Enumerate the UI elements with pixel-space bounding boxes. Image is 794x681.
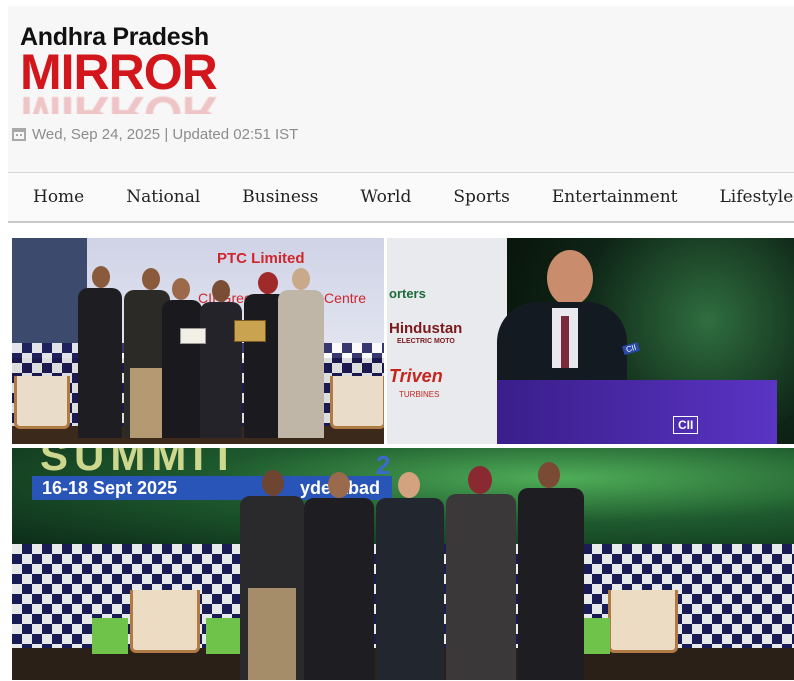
podium-logo: CII (673, 416, 699, 434)
sponsor-text: TURBINES (399, 390, 440, 399)
award-plaque (234, 320, 266, 342)
stage-chair (608, 590, 678, 653)
nav-item-national[interactable]: National (105, 187, 221, 207)
stage-chair (130, 590, 200, 653)
main-nav: Home National Business World Sports Ente… (8, 172, 794, 223)
stage-planter (206, 618, 242, 654)
certificate (180, 328, 206, 344)
photo-group-summit[interactable]: SUMMIT 2 16-18 Sept 2025 yderabad (12, 448, 794, 680)
stage-chair (14, 376, 70, 429)
stage-planter (92, 618, 128, 654)
photo-speaker-podium[interactable]: orters Hindustan ELECTRIC MOTO Triven TU… (387, 238, 794, 444)
nav-item-sports[interactable]: Sports (432, 187, 530, 207)
sponsor-text: ELECTRIC MOTO (397, 338, 455, 345)
signage-title: PTC Limited (217, 250, 305, 267)
speaker-head (547, 250, 593, 306)
dateline-text: Wed, Sep 24, 2025 | Updated 02:51 IST (32, 126, 299, 143)
backdrop-left-screen (12, 238, 87, 358)
photo-award-presentation[interactable]: PTC Limited CII-Green Business Centre (12, 238, 384, 444)
sponsor-text: orters (389, 286, 426, 301)
nav-item-lifestyle[interactable]: Lifestyle (699, 187, 794, 207)
speaker-tie (561, 316, 569, 368)
site-logo[interactable]: Andhra Pradesh MIRROR MIRROR (20, 24, 260, 114)
nav-item-business[interactable]: Business (221, 187, 339, 207)
nav-item-entertainment[interactable]: Entertainment (531, 187, 699, 207)
sponsor-text: Hindustan (389, 320, 463, 337)
logo-name-main: MIRROR (20, 44, 218, 100)
calendar-icon (12, 128, 26, 141)
podium (497, 380, 777, 444)
site-header: Andhra Pradesh MIRROR MIRROR Wed, Sep 24… (8, 6, 794, 223)
banner-dates: 16-18 Sept 2025 (42, 478, 178, 498)
stage-chair (330, 376, 384, 429)
news-photo-collage[interactable]: PTC Limited CII-Green Business Centre (12, 238, 794, 680)
sponsor-text: Triven (389, 366, 443, 386)
nav-item-world[interactable]: World (339, 187, 432, 207)
dateline: Wed, Sep 24, 2025 | Updated 02:51 IST (12, 126, 298, 143)
logo-reflection: MIRROR (20, 92, 260, 114)
nav-item-home[interactable]: Home (8, 187, 105, 207)
